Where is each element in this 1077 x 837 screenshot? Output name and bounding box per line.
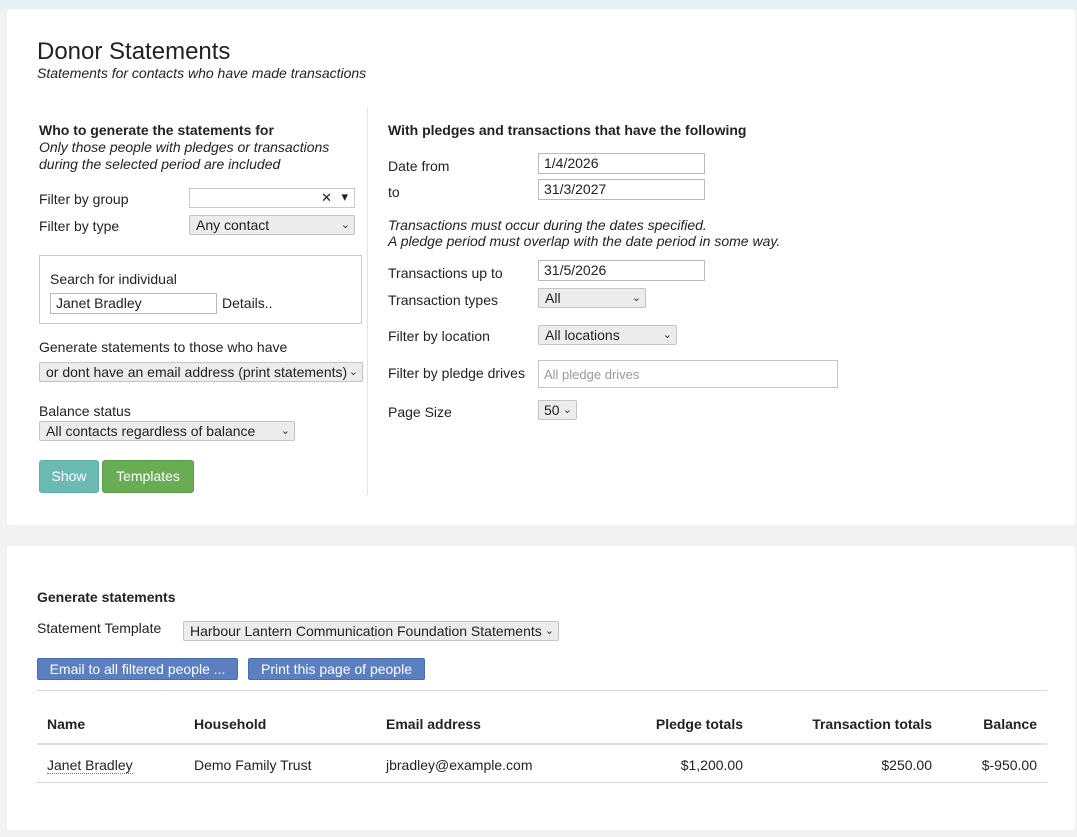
template-select[interactable]: Harbour Lantern Communication Foundation… [183, 621, 559, 641]
page-size-select[interactable]: 50 ⌄ [538, 400, 577, 420]
template-label: Statement Template [37, 620, 162, 636]
contact-name-link[interactable]: Janet Bradley [47, 757, 133, 774]
date-to-input[interactable]: 31/3/2027 [538, 179, 705, 200]
pledge-drives-label: Filter by pledge drives [388, 365, 525, 381]
who-note-line1: Only those people with pledges or transa… [39, 139, 330, 155]
chevron-down-icon: ⌄ [662, 329, 672, 341]
tx-up-to-input[interactable]: 31/5/2026 [538, 260, 705, 281]
col-email-header: Email address [386, 716, 481, 732]
criteria-heading: With pledges and transactions that have … [388, 122, 747, 138]
criteria-note-line1: Transactions must occur during the dates… [388, 217, 707, 233]
household-cell: Demo Family Trust [194, 757, 312, 773]
table-row-divider [37, 782, 1047, 783]
transaction-total-cell: $250.00 [881, 757, 932, 773]
tx-types-select[interactable]: All ⌄ [538, 288, 646, 308]
pledge-drives-input[interactable]: All pledge drives [538, 360, 838, 388]
page-title: Donor Statements [37, 38, 231, 65]
criteria-note-line2: A pledge period must overlap with the da… [388, 233, 781, 249]
email-status-value: or dont have an email address (print sta… [46, 364, 348, 380]
date-from-input[interactable]: 1/4/2026 [538, 153, 705, 174]
filter-group-select[interactable]: ✕ ▾ [189, 188, 355, 208]
date-to-label: to [388, 184, 400, 200]
email-status-select[interactable]: or dont have an email address (print sta… [39, 362, 363, 382]
print-page-button[interactable]: Print this page of people [248, 658, 425, 680]
template-value: Harbour Lantern Communication Foundation… [190, 623, 542, 639]
col-transaction-header: Transaction totals [812, 716, 932, 732]
show-button[interactable]: Show [39, 460, 99, 493]
templates-button[interactable]: Templates [102, 460, 194, 493]
tx-types-label: Transaction types [388, 292, 498, 308]
search-input[interactable]: Janet Bradley [50, 293, 217, 314]
tx-types-value: All [545, 290, 561, 306]
tx-up-to-label: Transactions up to [388, 265, 503, 281]
date-from-value: 1/4/2026 [544, 155, 599, 171]
who-note-line2: during the selected period are included [39, 156, 281, 172]
column-divider [367, 107, 368, 495]
page-size-value: 50 [544, 402, 560, 418]
location-label: Filter by location [388, 328, 490, 344]
search-input-value: Janet Bradley [56, 295, 142, 311]
chevron-down-icon: ⌄ [280, 425, 290, 437]
tx-up-to-value: 31/5/2026 [544, 262, 607, 278]
chevron-down-icon: ⌄ [544, 625, 554, 637]
email-all-button[interactable]: Email to all filtered people ... [37, 658, 238, 680]
search-individual-box: Search for individual Janet Bradley Deta… [39, 255, 362, 324]
filter-type-label: Filter by type [39, 218, 120, 234]
location-value: All locations [545, 327, 620, 343]
chevron-down-icon: ⌄ [340, 219, 350, 231]
chevron-down-icon: ⌄ [348, 366, 358, 378]
balance-label: Balance status [39, 403, 131, 419]
page-size-label: Page Size [388, 404, 452, 420]
generate-heading: Generate statements [37, 589, 176, 605]
chevron-down-icon: ⌄ [562, 404, 572, 416]
email-cell: jbradley@example.com [386, 757, 533, 773]
details-link[interactable]: Details.. [222, 295, 273, 311]
who-heading: Who to generate the statements for [39, 122, 274, 138]
filter-panel: Donor Statements Statements for contacts… [7, 9, 1075, 525]
caret-down-icon[interactable]: ▾ [341, 189, 348, 205]
col-name-header: Name [47, 716, 86, 732]
pledge-total-cell: $1,200.00 [680, 757, 743, 773]
date-from-label: Date from [388, 158, 450, 174]
date-to-value: 31/3/2027 [544, 181, 607, 197]
generate-label: Generate statements to those who have [39, 339, 288, 355]
table-top-divider [37, 690, 1047, 691]
page-subtitle: Statements for contacts who have made tr… [37, 65, 367, 81]
top-band [0, 0, 1077, 9]
location-select[interactable]: All locations ⌄ [538, 325, 677, 345]
col-household-header: Household [194, 716, 267, 732]
balance-cell: $-950.00 [981, 757, 1037, 773]
filter-type-value: Any contact [196, 217, 270, 233]
filter-group-label: Filter by group [39, 191, 129, 207]
balance-status-select[interactable]: All contacts regardless of balance ⌄ [39, 421, 295, 441]
filter-type-select[interactable]: Any contact ⌄ [189, 215, 355, 235]
chevron-down-icon: ⌄ [631, 292, 641, 304]
balance-status-value: All contacts regardless of balance [46, 423, 256, 439]
pledge-drives-placeholder: All pledge drives [544, 367, 640, 382]
col-pledge-header: Pledge totals [655, 716, 743, 732]
clear-icon[interactable]: ✕ [321, 190, 332, 206]
generate-panel: Generate statements Statement Template H… [7, 546, 1075, 830]
search-label: Search for individual [50, 271, 177, 287]
table-header-divider [37, 743, 1047, 745]
col-balance-header: Balance [983, 716, 1037, 732]
